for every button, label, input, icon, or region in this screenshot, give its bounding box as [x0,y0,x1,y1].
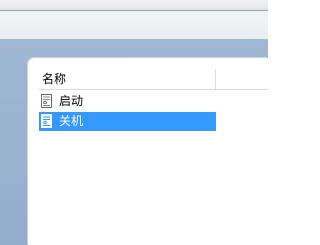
column-header-blank[interactable] [217,69,268,89]
column-header-name-label: 名称 [42,72,67,86]
toolbar-band [0,11,268,39]
window-titlebar [0,0,268,10]
list-item-selected[interactable]: 关机 [39,112,216,131]
list-header: 名称 [38,69,268,90]
column-header-name[interactable]: 名称 [38,69,216,89]
list-item[interactable]: 启动 [39,92,216,111]
list-item-label: 关机 [59,114,84,128]
list-item-label: 启动 [59,94,84,108]
task-script-icon [41,114,52,128]
task-script-icon [41,94,52,108]
